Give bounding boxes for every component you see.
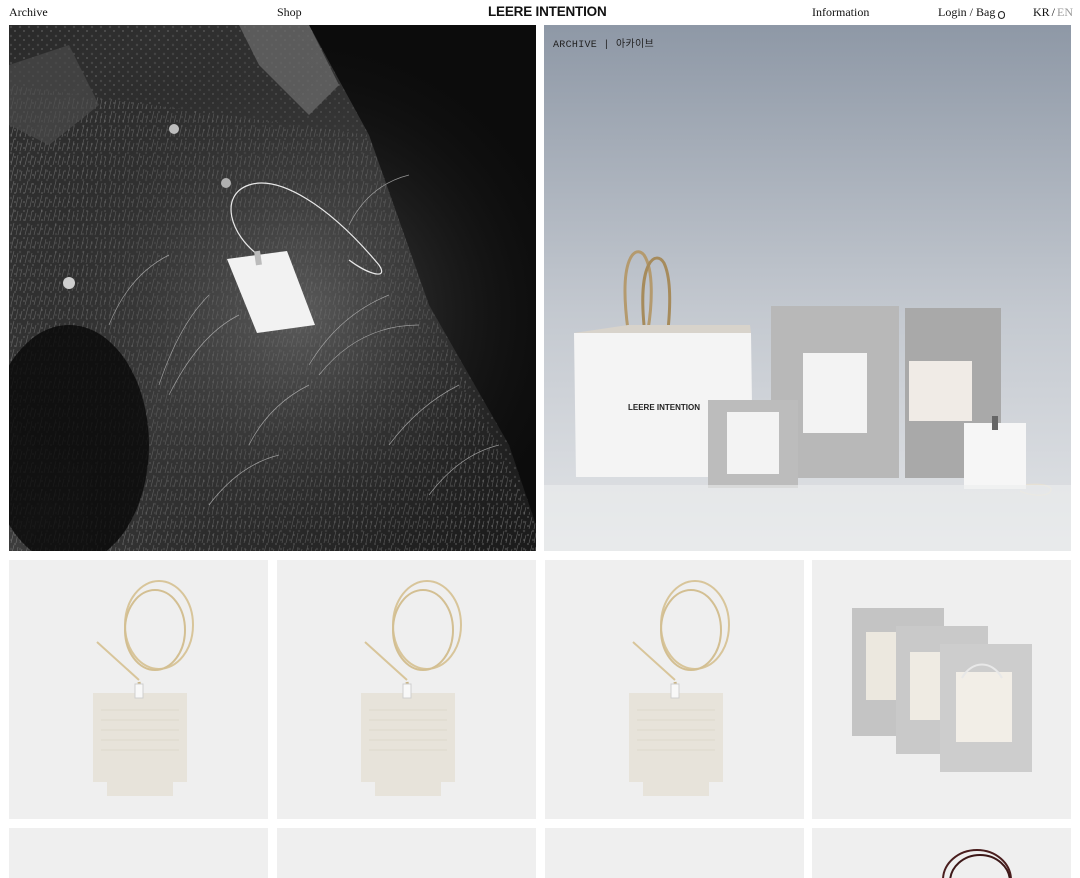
- hero-image-tag-on-rock[interactable]: [9, 25, 536, 551]
- product-tile[interactable]: [812, 560, 1071, 819]
- lang-en[interactable]: EN: [1057, 4, 1073, 20]
- tag-with-cord-image: [93, 580, 194, 796]
- product-tile[interactable]: [277, 560, 536, 819]
- nav-archive[interactable]: Archive: [9, 4, 48, 20]
- product-tile[interactable]: [812, 828, 1071, 878]
- packaged-cards-image: [852, 608, 1032, 772]
- tag-with-cord-image: [629, 580, 730, 796]
- login-bag-label: Login / Bag: [938, 5, 996, 19]
- product-tile[interactable]: [9, 560, 268, 819]
- dark-cord-image: [942, 849, 1012, 878]
- nav-login-bag[interactable]: Login / Bag: [938, 4, 1006, 20]
- lang-kr[interactable]: KR: [1033, 4, 1050, 20]
- top-navigation: Archive Shop LEERE INTENTION Information…: [0, 0, 1080, 25]
- product-tile[interactable]: [545, 560, 804, 819]
- bag-icon: [998, 7, 1006, 19]
- product-tile[interactable]: [277, 828, 536, 878]
- tag-with-cord-image: [361, 580, 462, 796]
- bag-brand-text: LEERE INTENTION: [628, 403, 700, 412]
- nav-shop[interactable]: Shop: [277, 4, 302, 20]
- nav-information[interactable]: Information: [812, 4, 869, 20]
- product-tile[interactable]: [545, 828, 804, 878]
- hero-image-packaging[interactable]: LEERE INTENTION ARCHIVE | 아카이브: [544, 25, 1071, 551]
- lang-separator: /: [1051, 5, 1056, 19]
- product-tile[interactable]: [9, 828, 268, 878]
- brand-logo[interactable]: LEERE INTENTION: [488, 3, 607, 21]
- language-switcher: KR / EN: [1033, 4, 1073, 20]
- archive-label: ARCHIVE | 아카이브: [553, 40, 655, 51]
